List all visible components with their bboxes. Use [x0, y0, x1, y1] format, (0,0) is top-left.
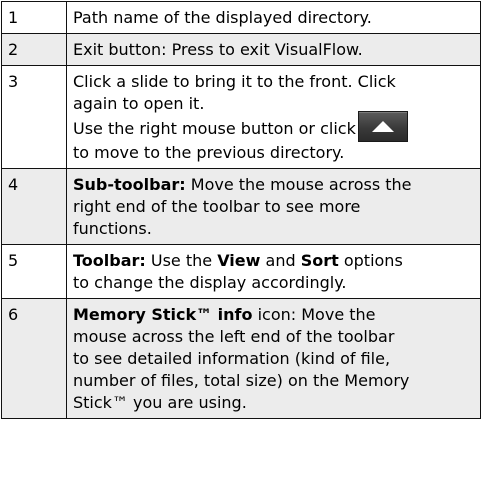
row-description: Sub-toolbar: Move the mouse across the r…: [66, 168, 481, 245]
table-row: 3 Click a slide to bring it to the front…: [1, 65, 481, 169]
description-text: Use the right mouse button or click: [73, 119, 356, 138]
term-label: Sub-toolbar:: [73, 175, 186, 194]
row-description: Toolbar: Use the View and Sort options t…: [66, 244, 481, 299]
row-description: Memory Stick™ info icon: Move the mouse …: [66, 298, 481, 419]
description-line: functions.: [73, 219, 152, 238]
description-paragraph: Click a slide to bring it to the front. …: [73, 71, 474, 115]
description-line: mouse across the left end of the toolbar: [73, 327, 395, 346]
description-line: Memory Stick™ info icon: Move the: [73, 304, 474, 326]
description-text: icon: Move the: [252, 305, 376, 324]
description-text: options: [338, 251, 403, 270]
row-number: 1: [1, 1, 67, 34]
description-line: Stick™ you are using.: [73, 393, 247, 412]
description-line: right end of the toolbar to see more: [73, 197, 361, 216]
row-number: 5: [1, 244, 67, 299]
table-row: 1 Path name of the displayed directory.: [1, 1, 481, 34]
description-line: to see detailed information (kind of fil…: [73, 349, 391, 368]
callout-legend-table: 1 Path name of the displayed directory. …: [1, 1, 481, 419]
description-text: and: [260, 251, 301, 270]
table-row: 2 Exit button: Press to exit VisualFlow.: [1, 33, 481, 66]
term-label: Sort: [300, 251, 339, 270]
description-line: Toolbar: Use the View and Sort options: [73, 250, 474, 272]
row-number: 4: [1, 168, 67, 245]
up-arrow-icon: [371, 121, 394, 132]
description-text: Move the mouse across the: [185, 175, 412, 194]
description-line: Click a slide to bring it to the front. …: [73, 72, 396, 91]
row-description: Exit button: Press to exit VisualFlow.: [66, 33, 481, 66]
description-line: to move to the previous directory.: [73, 143, 345, 162]
description-line: again to open it.: [73, 94, 205, 113]
row-number: 6: [1, 298, 67, 419]
term-label: Toolbar:: [73, 251, 146, 270]
description-line: Use the right mouse button or click: [73, 111, 474, 142]
up-arrow-button-icon: [357, 111, 408, 142]
description-text: Use the: [145, 251, 218, 270]
row-description: Path name of the displayed directory.: [66, 1, 481, 34]
description-line: to change the display accordingly.: [73, 273, 347, 292]
table-row: 6 Memory Stick™ info icon: Move the mous…: [1, 298, 481, 419]
row-number: 2: [1, 33, 67, 66]
row-description: Click a slide to bring it to the front. …: [66, 65, 481, 169]
row-number: 3: [1, 65, 67, 169]
description-line: Sub-toolbar: Move the mouse across the: [73, 174, 474, 196]
term-label: Memory Stick™ info: [73, 305, 253, 324]
term-label: View: [217, 251, 261, 270]
description-line: number of files, total size) on the Memo…: [73, 371, 410, 390]
table-row: 5 Toolbar: Use the View and Sort options…: [1, 244, 481, 299]
table-row: 4 Sub-toolbar: Move the mouse across the…: [1, 168, 481, 245]
description-paragraph: Use the right mouse button or click to m…: [73, 111, 474, 164]
